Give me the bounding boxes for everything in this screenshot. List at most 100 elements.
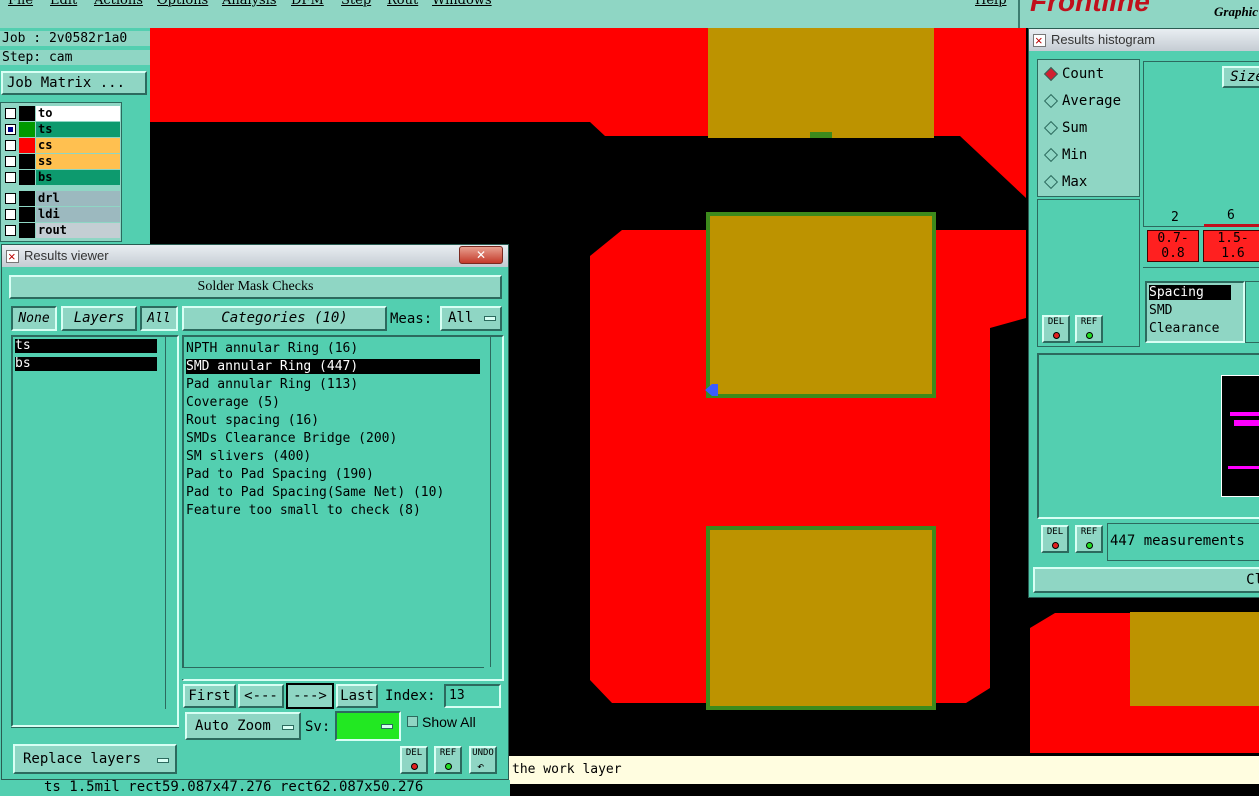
radio-icon[interactable]	[1043, 120, 1059, 136]
type-item-clearance[interactable]: Clearance	[1149, 321, 1219, 336]
overview-ref-button[interactable]: REF	[1075, 525, 1103, 553]
type-item-spacing[interactable]: Spacing	[1149, 285, 1231, 300]
results-viewer-titlebar[interactable]: Results viewer	[2, 245, 508, 268]
layer-name[interactable]: ts	[36, 122, 120, 137]
layer-item-bs[interactable]: bs	[15, 357, 157, 371]
menu-analysis[interactable]: Analysis	[222, 0, 277, 8]
menu-edit[interactable]: Edit	[50, 0, 77, 8]
categories-list[interactable]: NPTH annular Ring (16) SMD annular Ring (…	[182, 335, 504, 681]
menu-rout[interactable]: Rout	[387, 0, 418, 8]
close-icon[interactable]: ✕	[459, 246, 503, 264]
category-item[interactable]: Coverage (5)	[186, 395, 280, 410]
layer-name[interactable]: bs	[36, 170, 120, 185]
radio-icon[interactable]	[1043, 147, 1059, 163]
meas-dropdown[interactable]: All	[440, 306, 502, 331]
layer-row-drl[interactable]: drl	[3, 191, 120, 206]
window-icon	[6, 246, 19, 268]
del-button[interactable]: DEL	[400, 746, 428, 774]
layer-checkbox[interactable]	[5, 140, 16, 151]
layers-button[interactable]: Layers	[61, 306, 137, 331]
first-button[interactable]: First	[183, 684, 236, 708]
overview-del-button[interactable]: DEL	[1041, 525, 1069, 553]
menu-options[interactable]: Options	[157, 0, 208, 8]
undo-button[interactable]: UNDO ↶	[469, 746, 497, 774]
category-item[interactable]: NPTH annular Ring (16)	[186, 341, 358, 356]
layer-row-ldi[interactable]: ldi	[3, 207, 120, 222]
layer-row-cs[interactable]: cs	[3, 138, 120, 153]
layer-checkbox[interactable]	[5, 193, 16, 204]
menu-dfm[interactable]: DFM	[291, 0, 324, 8]
menu-windows[interactable]: Windows	[432, 0, 492, 8]
categories-button[interactable]: Categories (10)	[182, 306, 387, 331]
bin-2[interactable]: 1.5- 1.6	[1203, 230, 1259, 262]
radio-icon[interactable]	[1043, 66, 1059, 82]
all-layers-button[interactable]: All	[140, 306, 178, 331]
overview-thumbnail[interactable]	[1221, 375, 1259, 497]
category-item[interactable]: Rout spacing (16)	[186, 413, 319, 428]
prev-button[interactable]: <---	[238, 684, 284, 708]
mask-mark	[810, 132, 832, 138]
category-item[interactable]: SM slivers (400)	[186, 449, 311, 464]
layer-checkbox[interactable]	[5, 156, 16, 167]
category-item[interactable]: Pad to Pad Spacing(Same Net) (10)	[186, 485, 444, 500]
layers-scrollbar[interactable]	[165, 337, 177, 709]
close-button[interactable]: Cl	[1033, 567, 1259, 593]
category-item[interactable]: Feature too small to check (8)	[186, 503, 421, 518]
bin-1[interactable]: 0.7- 0.8	[1147, 230, 1199, 262]
hist-ref-button[interactable]: REF	[1075, 315, 1103, 343]
layer-row-bs[interactable]: bs	[3, 170, 120, 185]
last-button[interactable]: Last	[336, 684, 378, 708]
option-min[interactable]: Min	[1062, 147, 1087, 163]
auto-zoom-dropdown[interactable]: Auto Zoom	[185, 712, 301, 740]
layer-checkbox[interactable]	[5, 172, 16, 183]
sv-color-dropdown[interactable]	[335, 711, 401, 741]
radio-icon[interactable]	[1043, 93, 1059, 109]
category-item[interactable]: Pad to Pad Spacing (190)	[186, 467, 374, 482]
layer-checkbox[interactable]	[5, 108, 16, 119]
option-max[interactable]: Max	[1062, 174, 1087, 190]
layer-row-rout[interactable]: rout	[3, 223, 120, 238]
menu-file[interactable]: File	[8, 0, 33, 8]
menu-step[interactable]: Step	[341, 0, 371, 8]
next-button[interactable]: --->	[286, 683, 334, 709]
size-button[interactable]: Size	[1222, 66, 1259, 88]
histogram-hscroll[interactable]	[1143, 267, 1259, 279]
histogram-titlebar[interactable]: Results histogram	[1029, 29, 1259, 52]
categories-hscroll[interactable]	[182, 667, 484, 679]
ref-button[interactable]: REF	[434, 746, 462, 774]
menu-help[interactable]: Help	[975, 0, 1007, 8]
type-scrollbar[interactable]	[1245, 281, 1259, 343]
option-count[interactable]: Count	[1062, 66, 1104, 82]
layer-name[interactable]: rout	[36, 223, 120, 238]
category-item[interactable]: SMD annular Ring (447)	[186, 359, 480, 374]
layer-checkbox[interactable]	[5, 225, 16, 236]
categories-scrollbar[interactable]	[490, 337, 502, 667]
index-input[interactable]: 13	[444, 684, 501, 708]
show-all-checkbox[interactable]	[407, 716, 418, 727]
option-average[interactable]: Average	[1062, 93, 1121, 109]
layer-row-ts[interactable]: ts	[3, 122, 120, 137]
none-button[interactable]: None	[11, 306, 57, 331]
layer-row-to[interactable]: to	[3, 106, 120, 121]
layers-hscroll[interactable]	[11, 727, 179, 739]
category-item[interactable]: SMDs Clearance Bridge (200)	[186, 431, 397, 446]
category-item[interactable]: Pad annular Ring (113)	[186, 377, 358, 392]
layer-name[interactable]: ldi	[36, 207, 120, 222]
layer-name[interactable]: cs	[36, 138, 120, 153]
option-sum[interactable]: Sum	[1062, 120, 1087, 136]
type-item-smd[interactable]: SMD	[1149, 303, 1172, 318]
hist-del-button[interactable]: DEL	[1042, 315, 1070, 343]
job-matrix-button[interactable]: Job Matrix ...	[1, 71, 147, 95]
replace-layers-dropdown[interactable]: Replace layers	[13, 744, 177, 774]
layer-name[interactable]: drl	[36, 191, 120, 206]
layer-item-ts[interactable]: ts	[15, 339, 157, 353]
layer-checkbox[interactable]	[5, 209, 16, 220]
radio-icon[interactable]	[1043, 174, 1059, 190]
layer-name[interactable]: to	[36, 106, 120, 121]
menu-actions[interactable]: Actions	[94, 0, 143, 8]
layer-row-ss[interactable]: ss	[3, 154, 120, 169]
layers-list[interactable]: ts bs	[11, 335, 179, 727]
layer-checkbox[interactable]	[5, 124, 16, 135]
type-list[interactable]: Spacing SMD Clearance	[1145, 281, 1245, 343]
layer-name[interactable]: ss	[36, 154, 120, 169]
